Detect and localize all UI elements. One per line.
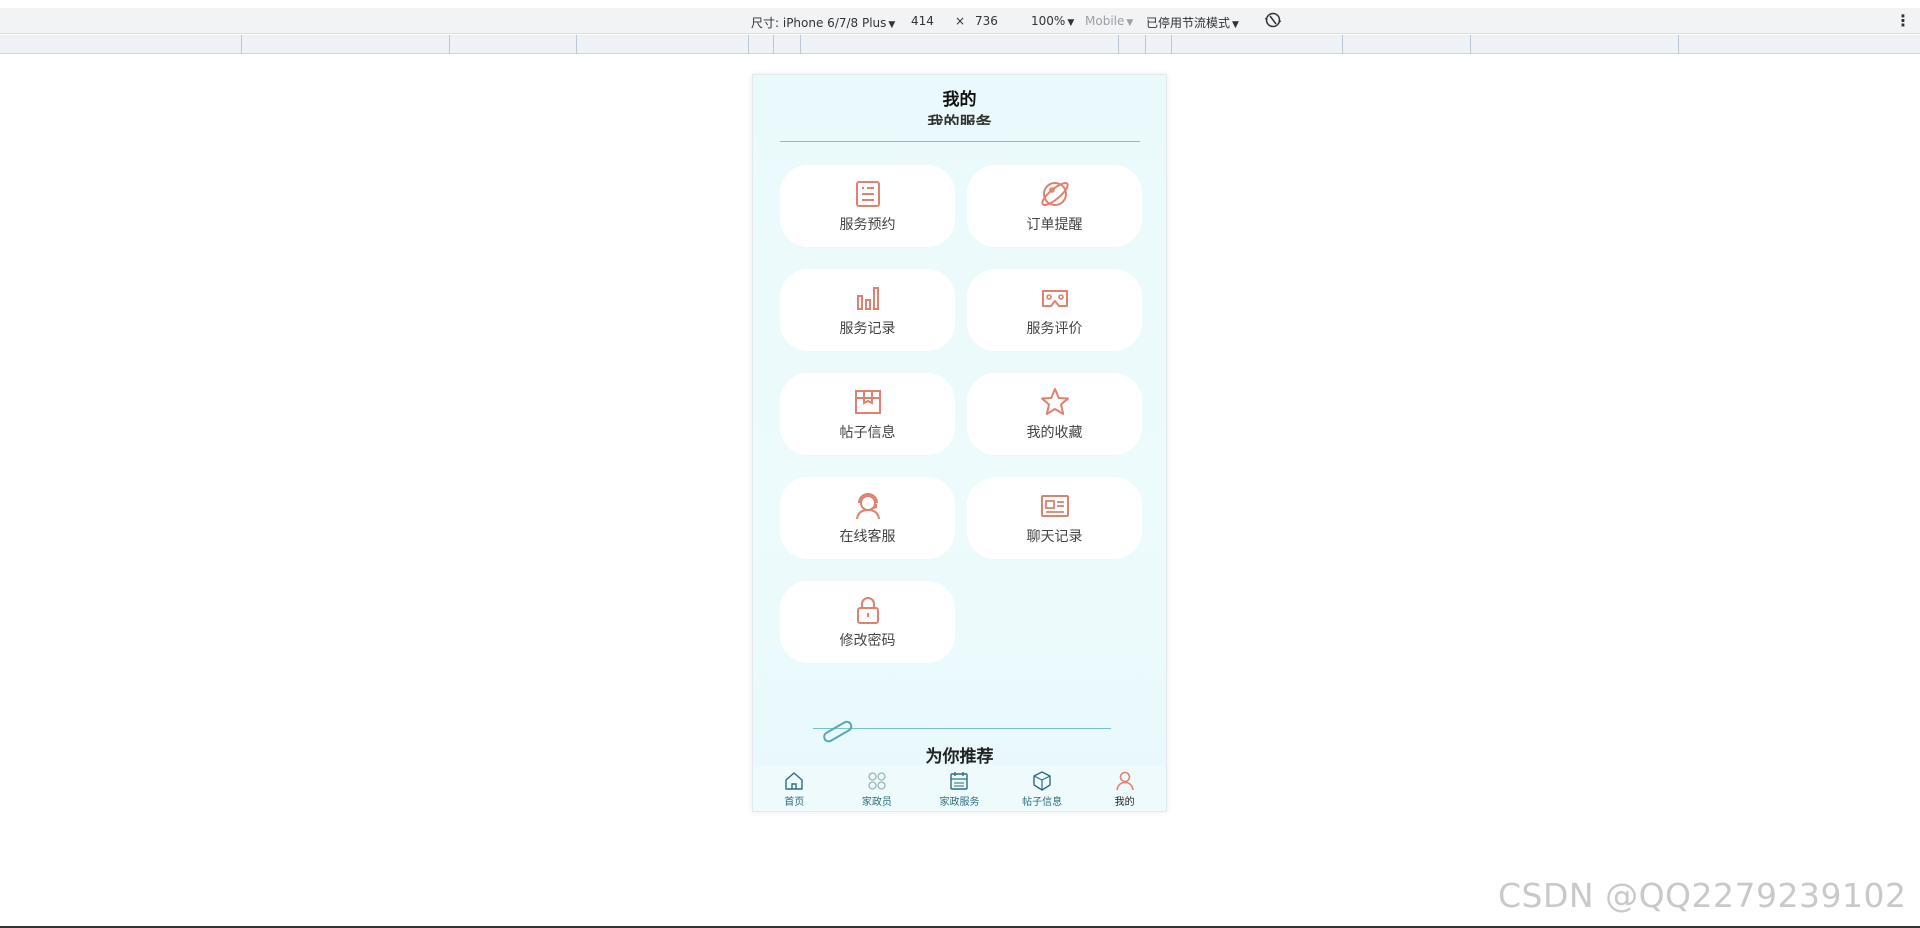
service-change-password-button[interactable]: 修改密码 (780, 581, 955, 663)
id-card-icon (1040, 495, 1069, 517)
user-icon (1115, 771, 1134, 791)
mobile-viewport: 我的 我的服务 服务预约 订单提醒 服务记录 服务评价 帖子信息 我的收藏 在线… (752, 74, 1167, 812)
tab-housekeepers[interactable]: 家政员 (836, 765, 919, 811)
tab-mine[interactable]: 我的 (1083, 765, 1166, 811)
rotate-icon[interactable] (1264, 11, 1282, 32)
more-options-icon[interactable]: ⋮ (1895, 11, 1911, 30)
zoom-label: 100% (1031, 14, 1066, 28)
grid-icon (868, 772, 886, 790)
service-label: 修改密码 (839, 633, 896, 649)
service-label: 服务预约 (839, 217, 896, 233)
star-icon (1040, 388, 1069, 415)
section-divider (780, 141, 1140, 142)
tab-label: 帖子信息 (1022, 797, 1063, 808)
service-record-button[interactable]: 服务记录 (780, 269, 955, 351)
zoom-select[interactable]: 100% ▼ (1031, 14, 1074, 28)
recommend-divider (813, 728, 1111, 729)
service-chat-history-button[interactable]: 聊天记录 (967, 477, 1142, 559)
watermark: CSDN @QQ2279239102 (1498, 876, 1907, 915)
tab-home[interactable]: 首页 (753, 765, 836, 811)
customer-service-icon (855, 493, 880, 520)
tab-label: 我的 (1114, 797, 1135, 808)
section-title-text: 我的服务 (927, 113, 992, 126)
throttle-label: 已停用节流模式 (1146, 16, 1231, 30)
caret-down-icon: ▼ (1126, 18, 1134, 28)
service-post-info-button[interactable]: 帖子信息 (780, 373, 955, 455)
device-size-label: 尺寸: iPhone 6/7/8 Plus (751, 16, 887, 30)
planet-icon (1040, 182, 1069, 206)
appointment-icon (855, 181, 880, 207)
tab-post-info[interactable]: 帖子信息 (1001, 765, 1084, 811)
height-input[interactable]: 736 (975, 14, 998, 28)
service-label: 服务评价 (1026, 321, 1083, 337)
tab-housekeeping-services[interactable]: 家政服务 (918, 765, 1001, 811)
service-order-reminder-button[interactable]: 订单提醒 (967, 165, 1142, 247)
service-review-button[interactable]: 服务评价 (967, 269, 1142, 351)
caret-down-icon: ▼ (1067, 18, 1075, 28)
tab-label: 家政服务 (939, 797, 980, 808)
tab-label: 家政员 (861, 797, 892, 808)
tab-label: 首页 (784, 797, 805, 808)
throttle-select[interactable]: 已停用节流模式 ▼ (1146, 14, 1239, 31)
page-title: 我的 (942, 90, 977, 110)
paperclip-icon (823, 720, 853, 743)
width-input[interactable]: 414 (911, 14, 934, 28)
recommend-title: 为你推荐 (925, 747, 994, 767)
service-appointment-button[interactable]: 服务预约 (780, 165, 955, 247)
box-icon (1033, 771, 1051, 791)
service-favorites-button[interactable]: 我的收藏 (967, 373, 1142, 455)
package-icon (854, 390, 881, 414)
bar-chart-icon (856, 287, 879, 310)
service-label: 订单提醒 (1026, 217, 1083, 233)
service-label: 聊天记录 (1026, 529, 1083, 545)
device-mode-label: Mobile (1085, 14, 1125, 28)
vr-glasses-icon (1041, 290, 1068, 307)
section-title-my-services: 我的服务 (753, 113, 1166, 126)
calendar-icon (950, 772, 969, 790)
devtools-device-toolbar: 尺寸: iPhone 6/7/8 Plus ▼ 414 × 736 100% ▼ M… (0, 8, 1920, 34)
dimension-separator: × (955, 14, 966, 28)
service-label: 在线客服 (839, 529, 896, 545)
home-icon (785, 772, 803, 790)
service-label: 帖子信息 (839, 425, 896, 441)
lock-icon (856, 597, 879, 624)
device-mode-select[interactable]: Mobile ▼ (1085, 14, 1133, 28)
service-label: 服务记录 (839, 321, 896, 337)
media-query-ruler (0, 35, 1920, 54)
bottom-tab-bar: 首页 家政员 家政服务 帖子信息 我的 (753, 765, 1166, 811)
service-label: 我的收藏 (1026, 425, 1083, 441)
caret-down-icon: ▼ (1232, 20, 1239, 30)
caret-down-icon: ▼ (888, 20, 896, 30)
service-online-support-button[interactable]: 在线客服 (780, 477, 955, 559)
device-select[interactable]: 尺寸: iPhone 6/7/8 Plus ▼ (751, 14, 895, 31)
